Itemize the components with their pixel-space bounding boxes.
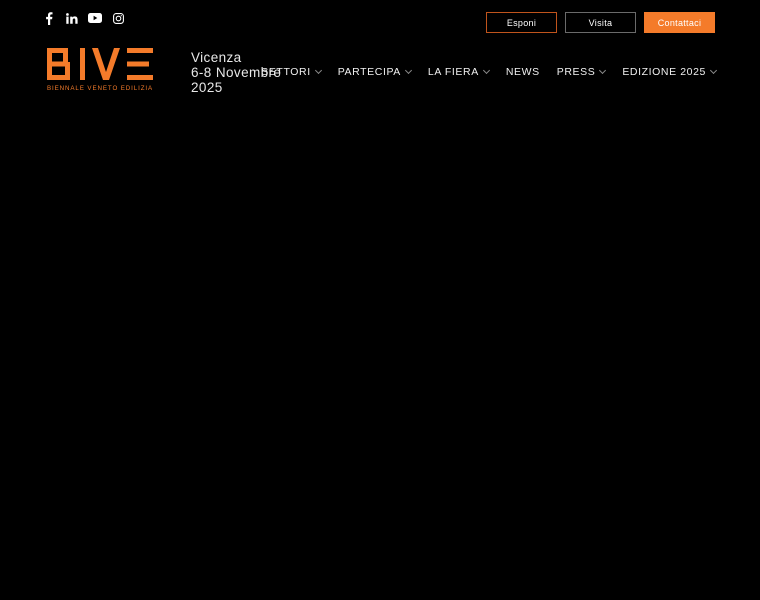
chevron-down-icon	[314, 66, 322, 75]
social-links	[42, 11, 125, 25]
top-buttons: Esponi Visita Contattaci	[486, 12, 715, 33]
logo-subtitle: BIENNALE VENETO EDILIZIA	[47, 85, 154, 92]
visita-button[interactable]: Visita	[565, 12, 636, 33]
page: Esponi Visita Contattaci BIENNALE VENETO…	[0, 0, 760, 600]
youtube-icon[interactable]	[88, 11, 102, 25]
nav-item-la-fiera[interactable]: LA FIERA	[427, 66, 490, 78]
nav-item-partecipa[interactable]: PARTECIPA	[337, 66, 412, 78]
nav-item-edizione-2025[interactable]: EDIZIONE 2025	[622, 66, 718, 78]
chevron-down-icon	[599, 66, 607, 75]
nav-item-news[interactable]: NEWS	[506, 66, 540, 78]
linkedin-icon[interactable]	[65, 11, 78, 25]
chevron-down-icon	[404, 66, 412, 75]
nav-item-label: SETTORI	[261, 66, 311, 78]
chevron-down-icon	[709, 66, 718, 75]
bive-logo-mark	[47, 48, 153, 80]
nav-item-label: LA FIERA	[427, 66, 479, 78]
nav-item-label: PARTECIPA	[337, 66, 401, 78]
nav-item-label: PRESS	[556, 66, 596, 78]
event-year: 2025	[191, 80, 223, 95]
nav-item-label: NEWS	[505, 66, 540, 78]
event-city: Vicenza	[191, 50, 242, 65]
facebook-icon[interactable]	[42, 11, 55, 25]
nav-item-label: EDIZIONE 2025	[622, 66, 706, 78]
esponi-button[interactable]: Esponi	[486, 12, 557, 33]
nav-item-press[interactable]: PRESS	[556, 66, 607, 78]
main-nav: SETTORI PARTECIPA LA FIERA NEWS PRESS ED…	[261, 66, 718, 78]
chevron-down-icon	[482, 66, 490, 75]
instagram-icon[interactable]	[112, 11, 125, 25]
bive-logo[interactable]: BIENNALE VENETO EDILIZIA	[47, 48, 153, 92]
contattaci-button[interactable]: Contattaci	[644, 12, 715, 33]
nav-item-settori[interactable]: SETTORI	[261, 66, 322, 78]
